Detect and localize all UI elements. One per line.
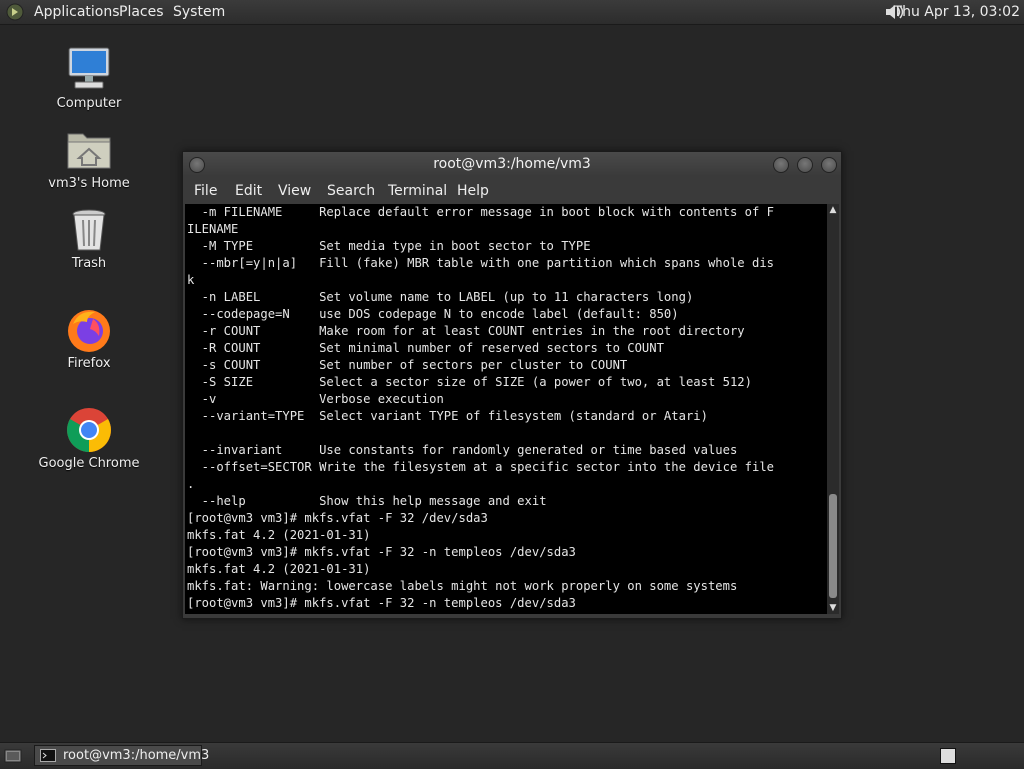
title-bar[interactable]: root@vm3:/home/vm3 <box>183 152 841 176</box>
window-title: root@vm3:/home/vm3 <box>433 156 591 172</box>
menu-view[interactable]: View <box>278 182 311 200</box>
desktop-icon-trash[interactable]: Trash <box>34 206 144 271</box>
show-desktop-icon[interactable] <box>4 747 22 765</box>
taskbar-item-terminal[interactable]: root@vm3:/home/vm3 <box>34 745 209 766</box>
menu-system[interactable]: System <box>173 3 225 21</box>
menu-applications[interactable]: Applications <box>34 3 120 21</box>
scroll-up-icon[interactable]: ▲ <box>827 204 839 216</box>
desktop-icon-firefox[interactable]: Firefox <box>34 306 144 371</box>
top-panel: Applications Places System Thu Apr 13, 0… <box>0 0 1024 25</box>
gnome-foot-icon[interactable] <box>6 3 24 21</box>
bottom-panel: root@vm3:/home/vm3 <box>0 742 1024 769</box>
minimize-icon[interactable] <box>773 157 789 173</box>
menu-edit[interactable]: Edit <box>235 182 262 200</box>
desktop: Applications Places System Thu Apr 13, 0… <box>0 0 1024 769</box>
menu-search[interactable]: Search <box>327 182 375 200</box>
desktop-icon-label: Google Chrome <box>38 456 140 471</box>
terminal-output[interactable]: -m FILENAME Replace default error messag… <box>185 204 827 614</box>
scroll-down-icon[interactable]: ▼ <box>827 602 839 614</box>
desktop-icon-label: vm3's Home <box>48 176 130 191</box>
desktop-icon-label: Computer <box>56 96 122 111</box>
desktop-icon-label: Trash <box>71 256 107 271</box>
desktop-icon-computer[interactable]: Computer <box>34 46 144 111</box>
terminal-text: -m FILENAME Replace default error messag… <box>187 205 774 610</box>
close-icon[interactable] <box>821 157 837 173</box>
menu-file[interactable]: File <box>194 182 217 200</box>
terminal-window[interactable]: root@vm3:/home/vm3 File Edit View Search… <box>182 151 842 619</box>
computer-icon <box>68 47 110 89</box>
scrollbar[interactable]: ▲ ▼ <box>827 204 839 614</box>
taskbar-item-label: root@vm3:/home/vm3 <box>63 748 210 763</box>
workspace-switcher[interactable] <box>940 748 956 764</box>
firefox-icon <box>68 310 110 352</box>
maximize-icon[interactable] <box>797 157 813 173</box>
desktop-icon-chrome[interactable]: Google Chrome <box>34 406 144 471</box>
chrome-icon <box>67 408 111 452</box>
terminal-icon <box>40 749 56 762</box>
scroll-thumb[interactable] <box>829 494 837 598</box>
desktop-icon-home[interactable]: vm3's Home <box>34 126 144 191</box>
terminal-menubar: File Edit View Search Terminal Help <box>183 179 841 203</box>
trash-icon <box>72 209 106 251</box>
home-folder-icon <box>67 133 111 169</box>
menu-places[interactable]: Places <box>119 3 164 21</box>
menu-help[interactable]: Help <box>457 182 489 200</box>
menu-terminal[interactable]: Terminal <box>388 182 447 200</box>
clock[interactable]: Thu Apr 13, 03:02 <box>894 3 1020 21</box>
desktop-icon-label: Firefox <box>67 356 111 371</box>
